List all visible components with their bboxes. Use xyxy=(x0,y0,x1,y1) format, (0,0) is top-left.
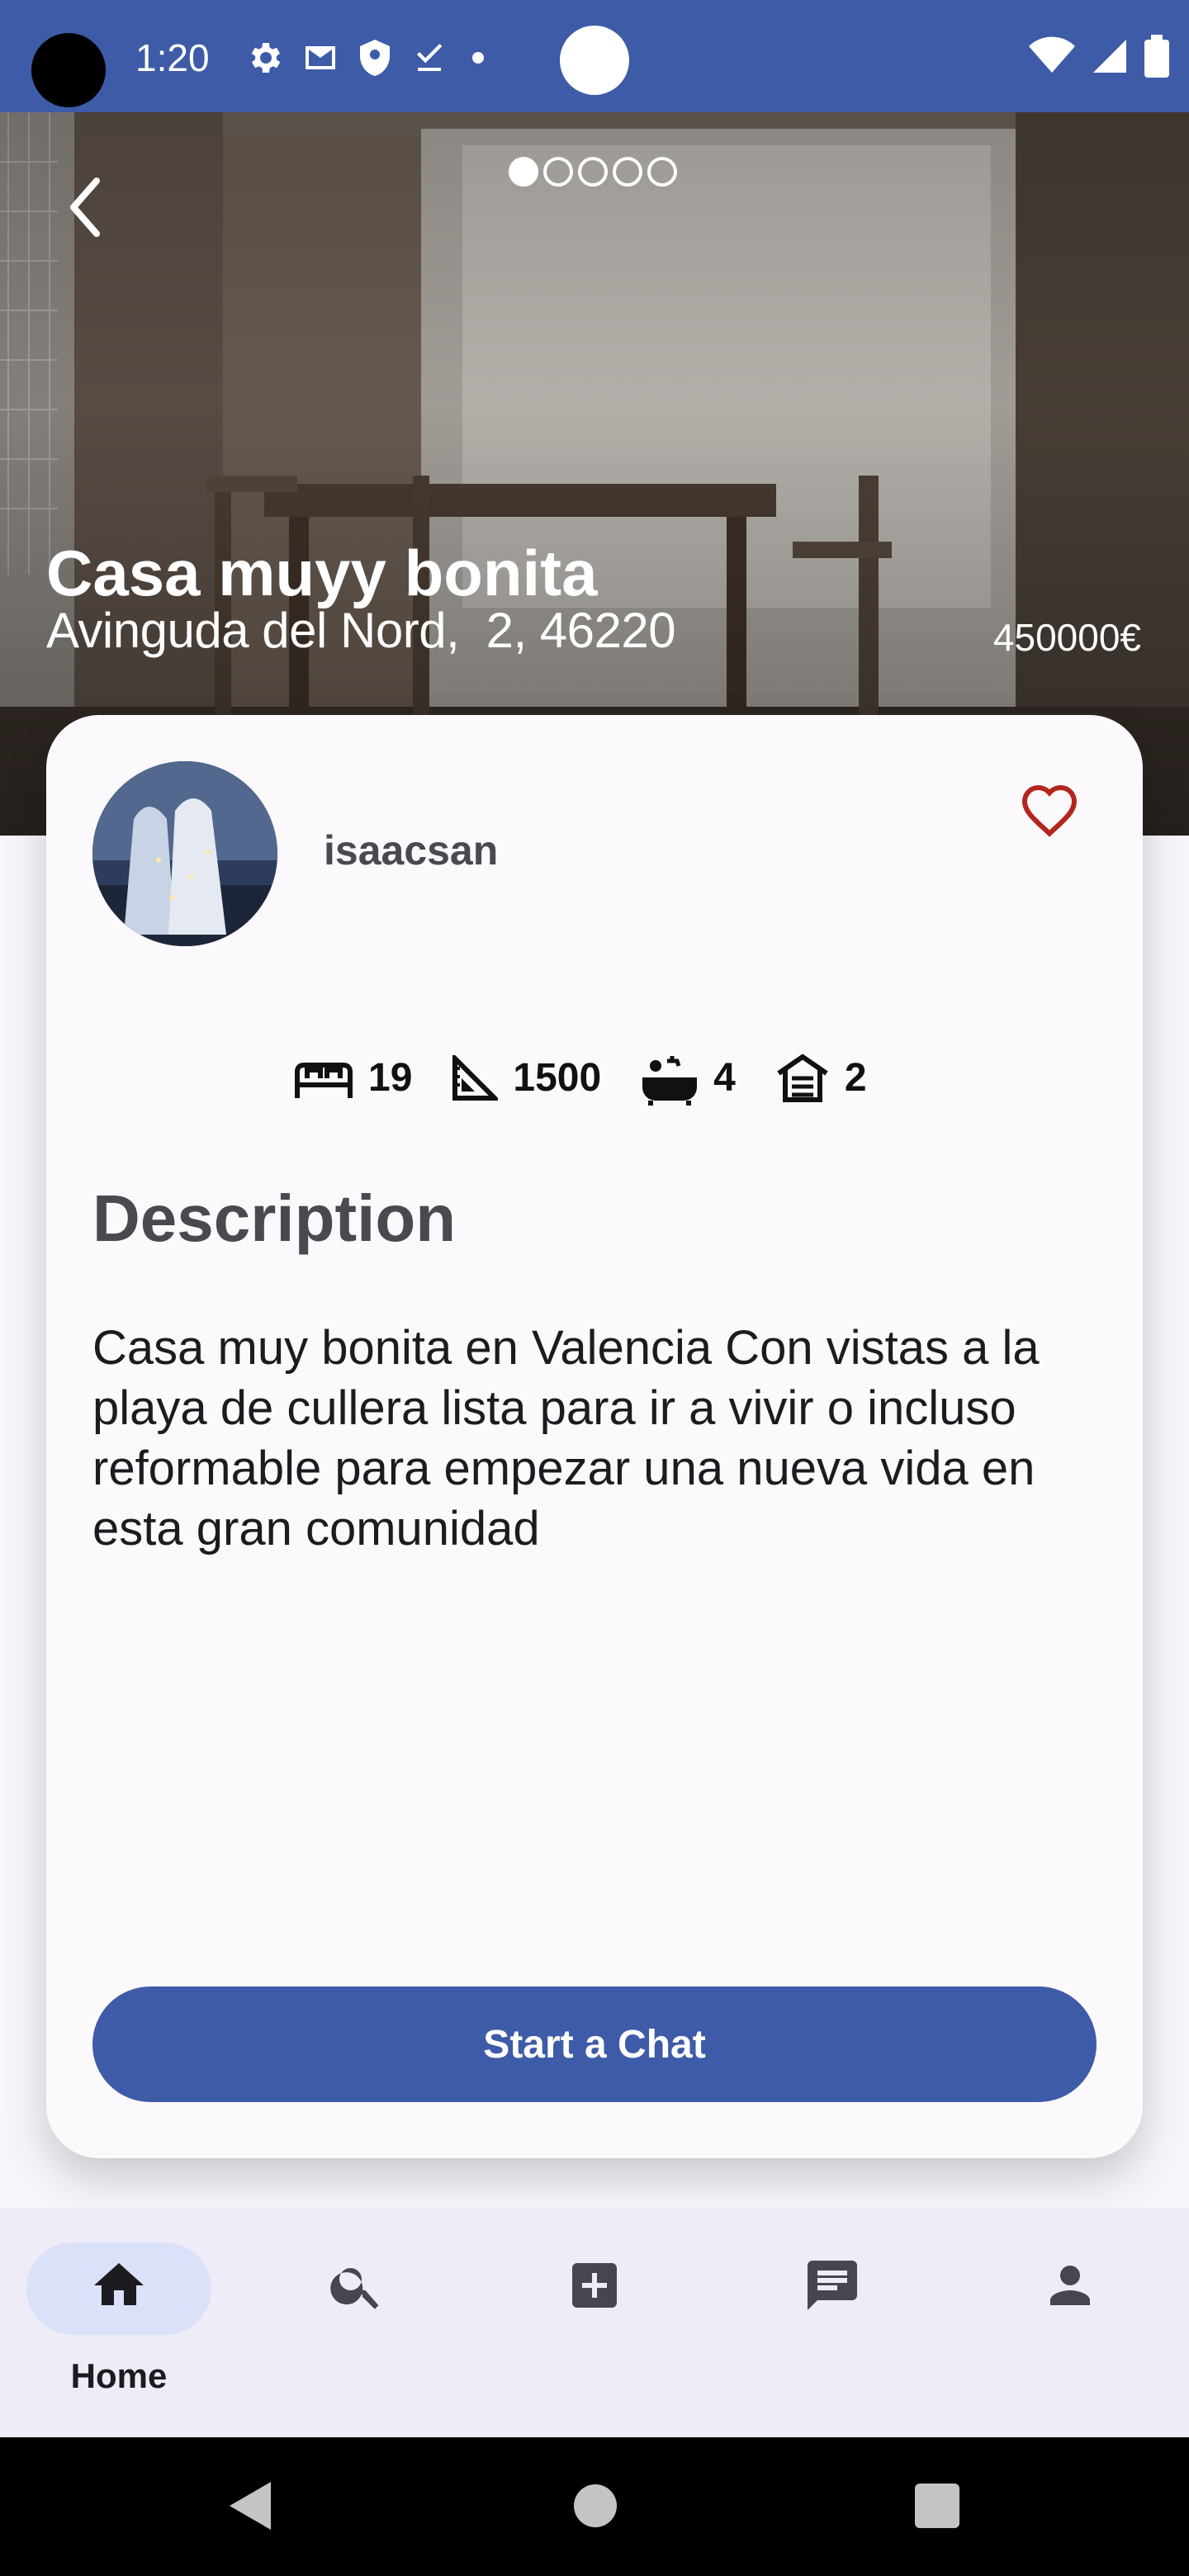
recents-square-icon[interactable] xyxy=(915,2484,959,2528)
pager-dot[interactable] xyxy=(647,157,677,187)
bathrooms-value: 4 xyxy=(713,1056,736,1100)
pager-dot-active[interactable] xyxy=(509,157,538,187)
favorite-button[interactable] xyxy=(1004,765,1095,855)
nav-item-chat[interactable] xyxy=(713,2208,951,2437)
home-circle-icon[interactable] xyxy=(573,2484,618,2528)
heart-outline-icon xyxy=(1021,784,1078,837)
back-triangle-icon[interactable] xyxy=(225,2479,274,2533)
start-chat-button[interactable]: Start a Chat xyxy=(92,1986,1097,2102)
description-heading: Description xyxy=(92,1181,457,1255)
feature-garage: 2 xyxy=(775,1054,867,1103)
person-icon xyxy=(1050,2266,1090,2305)
nav-label-home: Home xyxy=(70,2356,168,2395)
bathtub-icon xyxy=(642,1056,698,1106)
owner-username[interactable]: isaacsan xyxy=(324,824,498,877)
notification-icons xyxy=(244,33,490,83)
feature-bathrooms: 4 xyxy=(641,1051,736,1106)
nav-item-home[interactable]: Home xyxy=(0,2208,238,2437)
property-features: 19 1500 4 2 xyxy=(294,1045,867,1111)
avatar[interactable] xyxy=(92,761,277,946)
status-time: 1:20 xyxy=(135,36,210,79)
dot-icon xyxy=(466,38,490,78)
garage-icon xyxy=(777,1054,828,1102)
status-indicator-circle xyxy=(560,26,629,95)
gmail-icon xyxy=(301,38,340,78)
home-icon xyxy=(94,2263,144,2305)
search-icon xyxy=(330,2268,379,2309)
garage-value: 2 xyxy=(844,1056,867,1100)
shield-icon xyxy=(357,38,393,78)
bed-icon xyxy=(295,1063,353,1098)
avatar-photo xyxy=(92,761,277,946)
pager-dot[interactable] xyxy=(613,157,642,187)
pager-dot[interactable] xyxy=(578,157,608,187)
back-button[interactable] xyxy=(51,162,117,253)
settings-icon xyxy=(244,38,284,78)
chevron-left-icon xyxy=(70,178,100,237)
signal-icon xyxy=(1090,36,1130,80)
feature-area: 1500 xyxy=(452,1054,601,1103)
feature-bedrooms: 19 xyxy=(294,1054,412,1103)
system-navigation-bar xyxy=(0,2437,1189,2576)
listing-price: 450000€ xyxy=(992,616,1141,659)
pager-dot[interactable] xyxy=(543,157,573,187)
chat-icon xyxy=(808,2261,857,2310)
nav-item-add[interactable] xyxy=(476,2208,713,2437)
bedrooms-value: 19 xyxy=(368,1056,413,1100)
system-status-icons xyxy=(1029,33,1169,83)
listing-details-card: isaacsan 19 1500 4 2 Description Casa mu… xyxy=(46,715,1143,2158)
nav-item-profile[interactable] xyxy=(951,2208,1189,2437)
description-text: Casa muy bonita en Valencia Con vistas a… xyxy=(92,1321,1040,1556)
bottom-navigation: Home xyxy=(0,2208,1189,2437)
download-done-icon xyxy=(410,38,449,78)
photo-pager[interactable] xyxy=(509,157,677,187)
status-bar: 1:20 xyxy=(0,0,1189,112)
battery-icon xyxy=(1144,34,1169,82)
add-box-icon xyxy=(572,2263,617,2308)
area-value: 1500 xyxy=(513,1056,602,1100)
square-meters-icon xyxy=(452,1055,499,1101)
listing-address: Avinguda del Nord, 2, 46220 xyxy=(46,603,676,658)
wifi-icon xyxy=(1029,36,1075,80)
nav-item-search[interactable] xyxy=(238,2208,476,2437)
camera-cutout xyxy=(31,33,106,107)
